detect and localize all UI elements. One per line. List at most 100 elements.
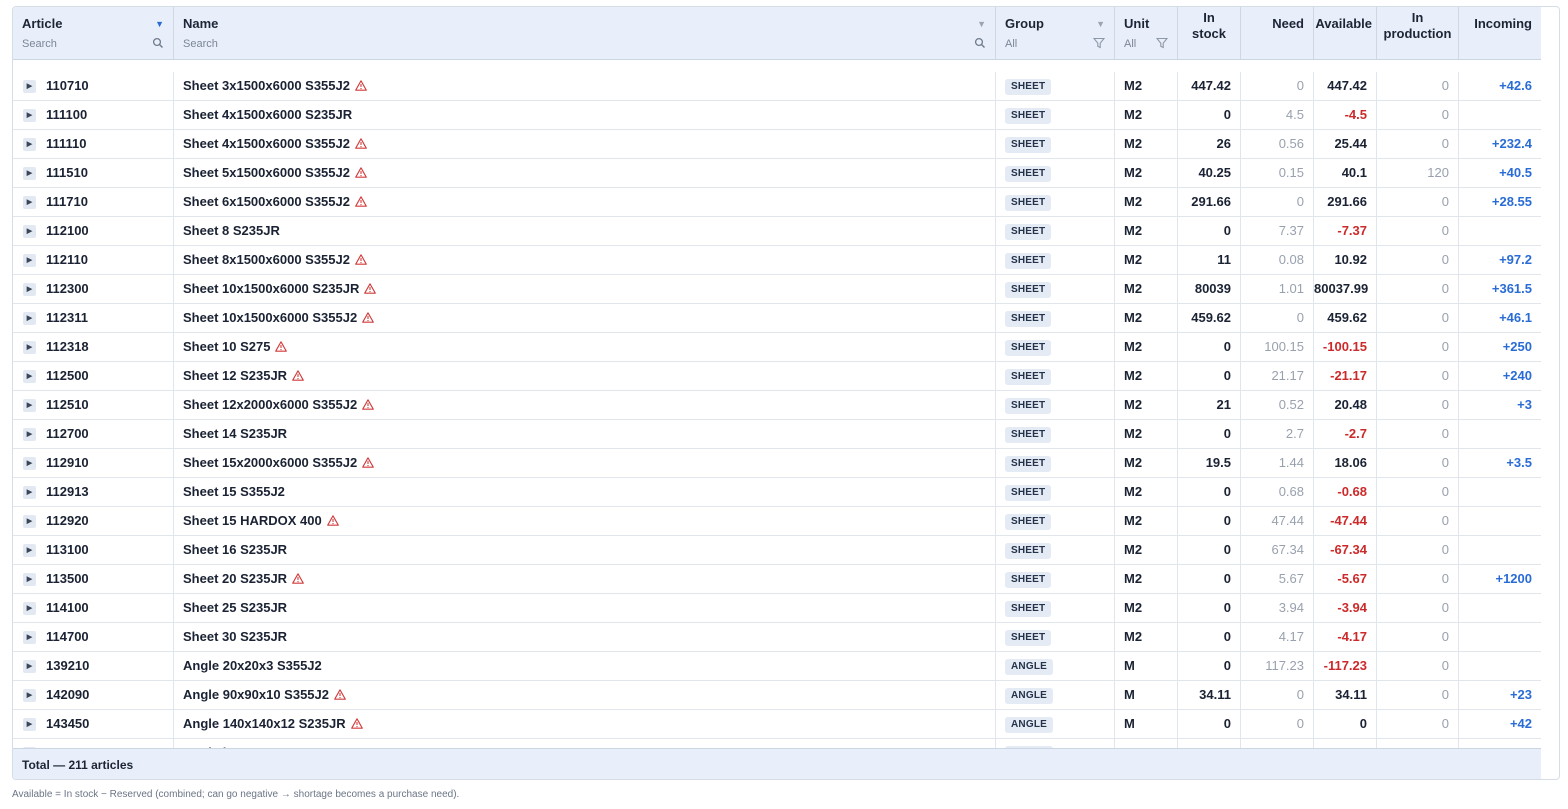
article-search-input[interactable]: Search [22, 38, 57, 50]
sort-icon[interactable]: ▼ [1096, 19, 1105, 29]
expand-row-icon[interactable]: ▶ [23, 486, 36, 499]
expand-row-icon[interactable]: ▶ [23, 515, 36, 528]
warning-icon [355, 196, 367, 207]
column-need[interactable]: Need [1241, 7, 1314, 59]
unit-cell: M [1115, 739, 1178, 748]
article-cell: ▶ 112100 [13, 217, 174, 245]
in-stock-cell: 0 [1178, 594, 1241, 622]
sort-icon[interactable]: ▼ [977, 19, 986, 29]
expand-row-icon[interactable]: ▶ [23, 254, 36, 267]
table-row[interactable]: ▶ 114700 Sheet 30 S235JR SHEET M2 0 4.17 -4.17 0 [13, 623, 1541, 652]
filter-icon[interactable] [1156, 37, 1168, 49]
name-cell: Sheet 14 S235JR [174, 420, 996, 448]
name-cell: Sheet 8 S235JR [174, 217, 996, 245]
column-name[interactable]: Name ▼ Search [174, 7, 996, 59]
table-row[interactable]: ▶ 112913 Sheet 15 S355J2 SHEET M2 0 0.68 -0.68 0 [13, 478, 1541, 507]
group-filter-select[interactable]: All [1005, 38, 1017, 50]
unit-filter-select[interactable]: All [1124, 38, 1136, 50]
expand-row-icon[interactable]: ▶ [23, 283, 36, 296]
in-production-cell: 0 [1377, 304, 1459, 332]
table-row[interactable]: ▶ 111100 Sheet 4x1500x6000 S235JR SHEET M2 0 4… [13, 101, 1541, 130]
column-in-stock[interactable]: In stock [1178, 7, 1241, 59]
warning-icon [275, 341, 288, 352]
table-row[interactable]: ▶ 112300 Sheet 10x1500x6000 S235JR SHEET M2 8… [13, 275, 1541, 304]
article-cell: ▶ 114700 [13, 623, 174, 651]
expand-row-icon[interactable]: ▶ [23, 573, 36, 586]
table-row[interactable]: ▶143451Angle bar 100x100x8 S275JRANGLEM0… [13, 739, 1541, 748]
expand-row-icon[interactable]: ▶ [23, 225, 36, 238]
expand-row-icon[interactable]: ▶ [23, 341, 36, 354]
expand-row-icon[interactable]: ▶ [23, 457, 36, 470]
table-row[interactable]: ▶ 112510 Sheet 12x2000x6000 S355J2 SHEET M2 2… [13, 391, 1541, 420]
incoming-cell [1459, 101, 1541, 129]
unit-cell: M2 [1115, 507, 1178, 535]
column-incoming[interactable]: Incoming [1459, 7, 1541, 59]
expand-row-icon[interactable]: ▶ [23, 167, 36, 180]
table-row[interactable]: ▶ 143450 Angle 140x140x12 S235JR ANGLE M 0 0 0 0… [13, 710, 1541, 739]
filter-icon[interactable] [1093, 37, 1105, 49]
table-row[interactable]: ▶ 111710 Sheet 6x1500x6000 S355J2 SHEET M2 29… [13, 188, 1541, 217]
column-in-production[interactable]: In production [1377, 7, 1459, 59]
search-icon[interactable] [974, 37, 986, 49]
table-row[interactable]: ▶ 112500 Sheet 12 S235JR SHEET M2 0 21.17 -21.1… [13, 362, 1541, 391]
table-row[interactable]: ▶ 111510 Sheet 5x1500x6000 S355J2 SHEET M2 40… [13, 159, 1541, 188]
expand-row-icon[interactable]: ▶ [23, 370, 36, 383]
unit-cell: M2 [1115, 449, 1178, 477]
table-row[interactable]: ▶ 112100 Sheet 8 S235JR SHEET M2 0 7.37 -7.37 0 [13, 217, 1541, 246]
available-cell: -3.94 [1314, 594, 1377, 622]
expand-row-icon[interactable]: ▶ [23, 689, 36, 702]
expand-row-icon[interactable]: ▶ [23, 602, 36, 615]
expand-row-icon[interactable]: ▶ [23, 138, 36, 151]
table-row[interactable]: ▶ 142090 Angle 90x90x10 S355J2 ANGLE M 34.11 0… [13, 681, 1541, 710]
search-icon[interactable] [152, 37, 164, 49]
article-cell: ▶ 142090 [13, 681, 174, 709]
available-cell: 25.44 [1314, 130, 1377, 158]
name-cell: Sheet 15x2000x6000 S355J2 [174, 449, 996, 477]
column-article[interactable]: Article ▼ Search [13, 7, 174, 59]
column-article-label: Article [22, 16, 63, 31]
sort-desc-icon[interactable]: ▼ [155, 19, 164, 29]
warning-icon [364, 283, 377, 294]
table-row[interactable]: ▶ 110710 Sheet 3x1500x6000 S355J2 SHEET M2 44… [13, 72, 1541, 101]
table-row[interactable]: ▶ 112910 Sheet 15x2000x6000 S355J2 SHEET M2 1… [13, 449, 1541, 478]
table-row[interactable]: ▶ 112700 Sheet 14 S235JR SHEET M2 0 2.7 -2.7 0 [13, 420, 1541, 449]
column-unit[interactable]: Unit All [1115, 7, 1178, 59]
group-badge: SHEET [1005, 165, 1052, 182]
expand-row-icon[interactable]: ▶ [23, 80, 36, 93]
table-row[interactable]: ▶ 112920 Sheet 15 HARDOX 400 SHEET M2 0 47.44-… [13, 507, 1541, 536]
table-row[interactable]: ▶ 113500 Sheet 20 S235JR SHEET M2 0 5.67 -5.67 0… [13, 565, 1541, 594]
table-row[interactable]: ▶ 139210 Angle 20x20x3 S355J2 ANGLE M 0 117.23… [13, 652, 1541, 681]
table-row[interactable]: ▶ 113100 Sheet 16 S235JR SHEET M2 0 67.34 -67.3… [13, 536, 1541, 565]
column-group[interactable]: Group ▼ All [996, 7, 1115, 59]
expand-row-icon[interactable]: ▶ [23, 399, 36, 412]
name-search-input[interactable]: Search [183, 38, 218, 50]
column-available[interactable]: Available [1314, 7, 1377, 59]
table-row[interactable]: ▶ 112318 Sheet 10 S275 SHEET M2 0 100.15 -100.1… [13, 333, 1541, 362]
expand-row-icon[interactable]: ▶ [23, 196, 36, 209]
in-stock-cell: 0 [1178, 217, 1241, 245]
in-production-cell: 120 [1377, 159, 1459, 187]
group-cell: SHEET [996, 101, 1115, 129]
incoming-cell: +40.5 [1499, 165, 1532, 180]
warning-icon [355, 80, 367, 91]
in-stock-cell: 0 [1178, 101, 1241, 129]
group-cell: SHEET [996, 536, 1115, 564]
group-cell: ANGLE [996, 681, 1115, 709]
expand-row-icon[interactable]: ▶ [23, 631, 36, 644]
expand-row-icon[interactable]: ▶ [23, 428, 36, 441]
article-cell: ▶143451 [13, 739, 174, 748]
table-row[interactable]: ▶ 114100 Sheet 25 S235JR SHEET M2 0 3.94 -3.94 0 [13, 594, 1541, 623]
expand-row-icon[interactable]: ▶ [23, 312, 36, 325]
need-cell: 100.15 [1241, 333, 1314, 361]
group-cell: SHEET [996, 362, 1115, 390]
group-cell: SHEET [996, 507, 1115, 535]
incoming-cell [1459, 507, 1541, 535]
table-row[interactable]: ▶ 111110 Sheet 4x1500x6000 S355J2 SHEET M2 26… [13, 130, 1541, 159]
expand-row-icon[interactable]: ▶ [23, 544, 36, 557]
column-in-production-label: In production [1383, 10, 1452, 41]
table-row[interactable]: ▶ 112110 Sheet 8x1500x6000 S355J2 SHEET M2 11… [13, 246, 1541, 275]
expand-row-icon[interactable]: ▶ [23, 660, 36, 673]
table-row[interactable]: ▶ 112311 Sheet 10x1500x6000 S355J2 SHEET M2 4… [13, 304, 1541, 333]
expand-row-icon[interactable]: ▶ [23, 109, 36, 122]
expand-row-icon[interactable]: ▶ [23, 718, 36, 731]
